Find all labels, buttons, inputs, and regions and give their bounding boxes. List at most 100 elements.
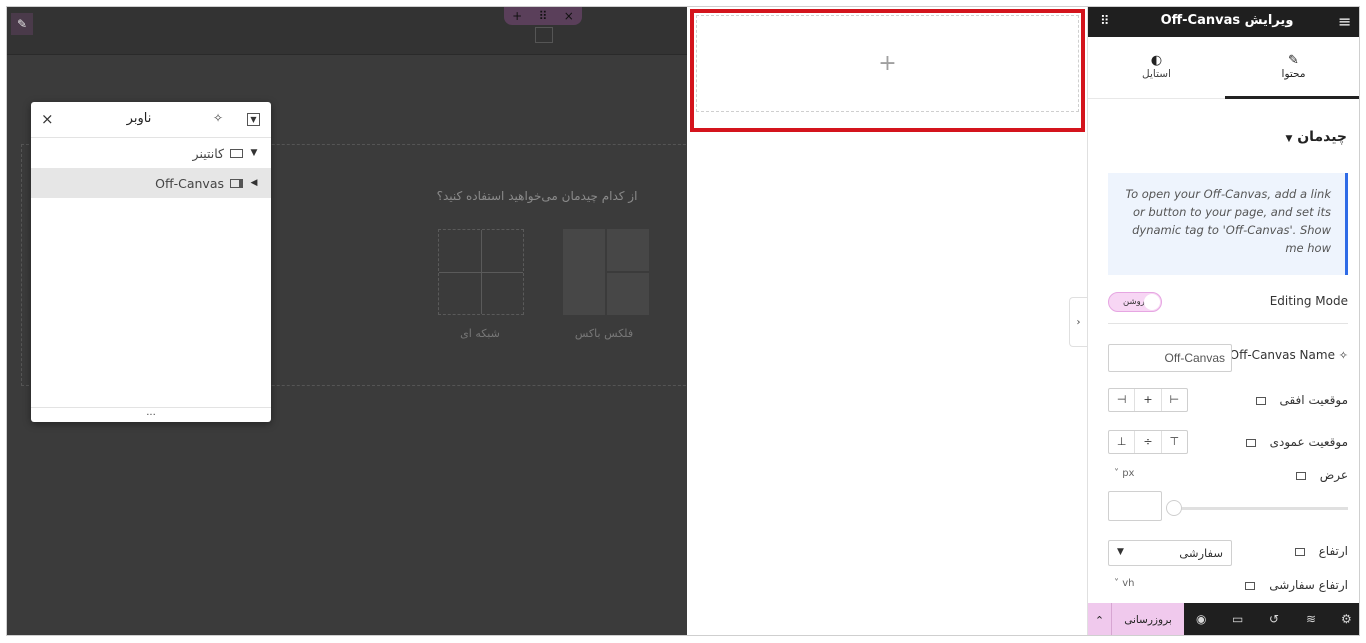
- width-slider-track[interactable]: [1168, 507, 1348, 510]
- navigator-header: × ناوبر ✧ ▼: [31, 102, 271, 138]
- editor-window: ✎ + ⠿ × از کدام چیدمان می‌خواهید استفاده…: [6, 6, 1360, 636]
- align-top-icon[interactable]: ⊤: [1162, 431, 1187, 453]
- offcanvas-highlight-box[interactable]: +: [690, 9, 1085, 132]
- panel-footer: ⌃ بروزرسانی ◉ ▭ ↺ ≋ ⚙: [1088, 603, 1359, 635]
- navigator-item-label: کانتینر: [192, 145, 224, 161]
- offcanvas-name-label: ✧ Off-Canvas Name: [1229, 348, 1348, 362]
- toggle-text: روشن: [1123, 297, 1145, 307]
- canvas-top-section: [7, 7, 687, 55]
- navigator-resize-handle[interactable]: ...: [31, 407, 271, 422]
- align-bottom-icon[interactable]: ⊥: [1109, 431, 1136, 453]
- plus-icon[interactable]: +: [878, 51, 896, 76]
- panel-tabs: ◐ استایل ✎ محتوا: [1088, 37, 1359, 99]
- grid-label: شبکه ای: [460, 327, 500, 340]
- collapse-all-icon[interactable]: ▼: [247, 113, 260, 126]
- navigator-item-offcanvas[interactable]: Off-Canvas ◀: [31, 168, 271, 198]
- align-center-icon[interactable]: +: [1135, 389, 1162, 411]
- offcanvas-icon: [230, 178, 243, 188]
- unit-selector[interactable]: ˅ vh: [1114, 578, 1134, 589]
- width-label: عرض: [1295, 468, 1348, 482]
- tab-content[interactable]: ✎ محتوا: [1225, 37, 1359, 99]
- desktop-icon: [1295, 471, 1306, 480]
- widgets-grid-icon[interactable]: ⠿: [1100, 14, 1110, 29]
- container-icon: [230, 148, 243, 158]
- custom-height-row: ارتفاع سفارشی ˅ vh: [1108, 578, 1348, 598]
- caret-down-icon: ▼: [1285, 134, 1293, 144]
- page-canvas[interactable]: ✎ + ⠿ × از کدام چیدمان می‌خواهید استفاده…: [7, 7, 687, 635]
- horizontal-position-label: موقعیت افقی: [1255, 393, 1348, 407]
- flexbox-layout-option[interactable]: [563, 229, 649, 315]
- delete-container-icon[interactable]: ×: [564, 10, 574, 22]
- section-layout-toggle[interactable]: چیدمان ▼: [1285, 129, 1347, 145]
- unit-selector[interactable]: ˅ px: [1114, 468, 1134, 479]
- sparkle-icon[interactable]: ✧: [1339, 349, 1348, 362]
- flexbox-label: فلکس باکس: [574, 327, 634, 340]
- panel-header: ⠿ ویرایش Off-Canvas ≡: [1088, 7, 1359, 37]
- desktop-icon: [1245, 581, 1256, 590]
- vertical-position-buttons: ⊥ ÷ ⊤: [1108, 430, 1188, 454]
- align-left-icon[interactable]: ⊢: [1162, 389, 1187, 411]
- pencil-icon: ✎: [1288, 53, 1299, 68]
- add-container-icon[interactable]: +: [512, 10, 522, 22]
- close-icon[interactable]: ×: [41, 110, 54, 128]
- offcanvas-preview: +: [687, 7, 1087, 635]
- editor-panel: ⠿ ویرایش Off-Canvas ≡ ◐ استایل ✎ محتوا چ…: [1087, 7, 1359, 635]
- panel-title: ویرایش Off-Canvas: [1160, 13, 1294, 28]
- caret-left-icon[interactable]: ◀: [249, 178, 259, 188]
- offcanvas-name-row: ✧ Off-Canvas Name: [1108, 344, 1348, 372]
- chevron-down-icon: ▼: [1117, 547, 1124, 557]
- desktop-icon: [1255, 396, 1266, 405]
- layout-prompt: از کدام چیدمان می‌خواهید استفاده کنید؟: [436, 189, 638, 203]
- editing-mode-label: Editing Mode: [1269, 294, 1348, 308]
- section-title: چیدمان: [1297, 129, 1347, 145]
- vertical-position-row: موقعیت عمودی ⊥ ÷ ⊤: [1108, 430, 1348, 459]
- horizontal-position-buttons: ⊣ + ⊢: [1108, 388, 1188, 412]
- align-right-icon[interactable]: ⊣: [1109, 389, 1136, 411]
- gear-icon[interactable]: ⚙: [1341, 612, 1352, 626]
- custom-height-label: ارتفاع سفارشی: [1245, 578, 1348, 592]
- container-handles[interactable]: + ⠿ ×: [504, 7, 582, 25]
- vertical-position-label: موقعیت عمودی: [1245, 435, 1348, 449]
- height-select[interactable]: ▼ سفارشی: [1108, 540, 1232, 566]
- info-notice[interactable]: To open your Off-Canvas, add a link or b…: [1108, 173, 1348, 275]
- horizontal-position-row: موقعیت افقی ⊣ + ⊢: [1108, 388, 1348, 417]
- half-circle-icon: ◐: [1150, 53, 1163, 68]
- width-control: [1108, 491, 1348, 523]
- editing-mode-row: Editing Mode روشن: [1108, 292, 1348, 314]
- publish-group: ⌃ بروزرسانی: [1088, 603, 1184, 635]
- history-icon[interactable]: ↺: [1269, 612, 1279, 626]
- desktop-icon: [1294, 547, 1305, 556]
- hamburger-menu-icon[interactable]: ≡: [1338, 12, 1351, 31]
- grid-layout-option[interactable]: [438, 229, 524, 315]
- panel-toggle-chevron-icon[interactable]: ›: [1069, 297, 1087, 347]
- update-button[interactable]: بروزرسانی: [1112, 603, 1184, 635]
- chevron-up-icon[interactable]: ⌃: [1088, 603, 1112, 635]
- navigator-title: ناوبر: [126, 111, 152, 126]
- tab-style[interactable]: ◐ استایل: [1088, 37, 1225, 99]
- responsive-icon[interactable]: ▭: [1232, 612, 1243, 626]
- width-row: عرض ˅ px: [1108, 468, 1348, 488]
- toggle-knob: [1144, 294, 1160, 310]
- editing-mode-toggle[interactable]: روشن: [1108, 292, 1162, 312]
- tab-label: استایل: [1142, 68, 1171, 80]
- empty-container-placeholder: [535, 27, 553, 43]
- navigator-panel: × ناوبر ✧ ▼ کانتینر ▼ Off-Canvas ◀ ...: [31, 102, 271, 422]
- offcanvas-name-input[interactable]: [1108, 344, 1232, 372]
- navigator-item-container[interactable]: کانتینر ▼: [31, 138, 271, 168]
- width-slider-handle[interactable]: [1166, 500, 1182, 516]
- layers-icon[interactable]: ≋: [1306, 612, 1316, 626]
- add-element-area[interactable]: +: [696, 15, 1079, 112]
- drag-handle-icon[interactable]: ⠿: [539, 10, 548, 22]
- eye-icon[interactable]: ◉: [1196, 612, 1206, 626]
- height-label: ارتفاع: [1294, 544, 1348, 558]
- navigator-item-label: Off-Canvas: [155, 175, 224, 191]
- desktop-icon: [1245, 438, 1256, 447]
- tab-label: محتوا: [1281, 68, 1306, 80]
- align-middle-icon[interactable]: ÷: [1135, 431, 1162, 453]
- divider: [1108, 323, 1348, 324]
- height-row: ارتفاع ▼ سفارشی: [1108, 540, 1348, 568]
- sparkle-icon[interactable]: ✧: [213, 111, 223, 125]
- width-number-input[interactable]: [1108, 491, 1162, 521]
- caret-down-icon[interactable]: ▼: [249, 148, 259, 158]
- pencil-icon[interactable]: ✎: [11, 13, 33, 35]
